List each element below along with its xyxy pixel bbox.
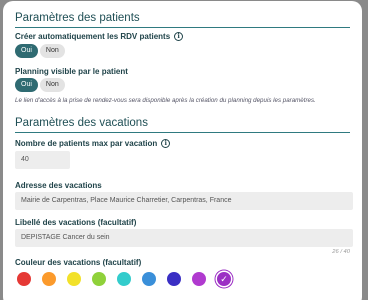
- planning-visible-toggle: Oui Non: [15, 78, 65, 92]
- color-swatch-red[interactable]: [17, 272, 31, 286]
- booking-link-note: Le lien d'accès à la prise de rendez-vou…: [15, 97, 316, 104]
- patients-section-divider: [15, 27, 350, 28]
- info-icon[interactable]: i: [161, 139, 171, 148]
- color-swatch-green[interactable]: [92, 272, 106, 286]
- vacations-section-title: Paramètres des vacations: [15, 117, 148, 129]
- auto-create-no-button[interactable]: Non: [39, 44, 65, 58]
- libelle-input[interactable]: DEPISTAGE Cancer du sein: [15, 229, 353, 247]
- color-swatch-teal[interactable]: [117, 272, 131, 286]
- auto-create-toggle: Oui Non: [15, 44, 65, 58]
- color-swatch-indigo[interactable]: [167, 272, 181, 286]
- max-patients-label: Nombre de patients max par vacation i: [15, 139, 171, 148]
- check-icon: ✓: [220, 273, 228, 284]
- auto-create-label: Créer automatiquement les RDV patients i: [15, 32, 184, 41]
- color-swatch-blue[interactable]: [142, 272, 156, 286]
- libelle-label: Libellé des vacations (facultatif): [15, 218, 137, 227]
- color-swatch-purple[interactable]: [192, 272, 206, 286]
- planning-visible-no-button[interactable]: Non: [39, 78, 65, 92]
- address-label: Adresse des vacations: [15, 181, 102, 190]
- colors-label: Couleur des vacations (facultatif): [15, 258, 142, 267]
- max-patients-label-text: Nombre de patients max par vacation: [15, 139, 158, 148]
- planning-visible-yes-button[interactable]: Oui: [15, 78, 38, 92]
- address-input[interactable]: Mairie de Carpentras, Place Maurice Char…: [15, 192, 353, 210]
- auto-create-yes-button[interactable]: Oui: [15, 44, 38, 58]
- color-swatch-magenta[interactable]: ✓: [217, 272, 231, 286]
- color-swatch-orange[interactable]: [42, 272, 56, 286]
- vacations-section-divider: [15, 132, 350, 133]
- info-icon[interactable]: i: [174, 32, 184, 41]
- color-swatch-list: ✓: [17, 272, 231, 286]
- auto-create-label-text: Créer automatiquement les RDV patients: [15, 32, 171, 41]
- patients-section-title: Paramètres des patients: [15, 12, 140, 24]
- planning-visible-label: Planning visible par le patient: [15, 67, 128, 76]
- libelle-char-counter: 26 / 40: [332, 249, 350, 255]
- max-patients-input[interactable]: 40: [15, 151, 70, 169]
- settings-modal: Paramètres des patients Créer automatiqu…: [3, 1, 362, 300]
- color-swatch-yellow[interactable]: [67, 272, 81, 286]
